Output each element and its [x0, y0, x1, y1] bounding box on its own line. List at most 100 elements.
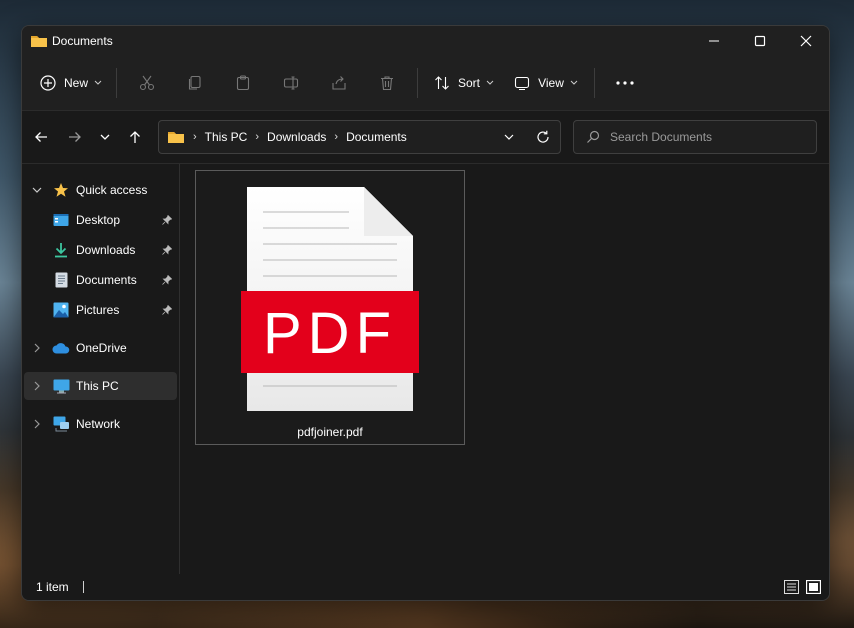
more-options-button[interactable]	[601, 65, 649, 101]
view-icon	[515, 76, 530, 91]
close-button[interactable]	[783, 26, 829, 56]
more-icon	[616, 81, 634, 85]
copy-button[interactable]	[171, 65, 219, 101]
breadcrumb-downloads[interactable]: Downloads	[267, 130, 326, 144]
forward-button[interactable]	[60, 122, 90, 152]
sidebar-item-downloads[interactable]: Downloads	[24, 236, 177, 264]
view-button[interactable]: View	[504, 65, 588, 101]
copy-icon	[188, 75, 201, 90]
chevron-down-icon	[570, 80, 578, 85]
sidebar-item-quick-access[interactable]: Quick access	[24, 176, 177, 204]
computer-icon	[50, 377, 72, 395]
toolbar-divider	[594, 68, 595, 98]
breadcrumb-separator: ›	[193, 131, 197, 143]
back-button[interactable]	[26, 122, 56, 152]
item-count: 1 item	[36, 580, 69, 594]
pin-icon	[157, 305, 177, 315]
expand-toggle[interactable]	[24, 343, 50, 353]
maximize-button[interactable]	[737, 26, 783, 56]
breadcrumb-documents[interactable]: Documents	[346, 130, 407, 144]
rename-button[interactable]	[267, 65, 315, 101]
search-box[interactable]	[573, 120, 817, 154]
new-label: New	[63, 76, 88, 90]
sort-icon	[435, 76, 449, 90]
file-item[interactable]: PDF pdfjoiner.pdf	[195, 170, 465, 445]
command-bar: New Sort View	[22, 56, 829, 110]
search-icon	[587, 130, 600, 143]
sort-button[interactable]: Sort	[424, 65, 504, 101]
close-icon	[800, 35, 812, 47]
pdf-icon-label: PDF	[263, 301, 397, 366]
minimize-button[interactable]	[691, 26, 737, 56]
chevron-down-icon	[100, 134, 110, 140]
network-icon	[50, 415, 72, 433]
sidebar-item-label: Network	[76, 417, 121, 431]
expand-toggle[interactable]	[24, 187, 50, 194]
chevron-down-icon	[504, 134, 514, 140]
large-icons-view-icon	[805, 580, 821, 594]
documents-icon	[50, 271, 72, 289]
sidebar-item-this-pc[interactable]: This PC	[24, 372, 177, 400]
delete-icon	[381, 76, 393, 91]
new-button[interactable]: New	[32, 65, 110, 101]
share-button[interactable]	[315, 65, 363, 101]
sidebar-item-onedrive[interactable]: OneDrive	[24, 334, 177, 362]
recent-locations-button[interactable]	[90, 122, 120, 152]
file-name: pdfjoiner.pdf	[297, 425, 363, 439]
toolbar-divider	[116, 68, 117, 98]
chevron-right-icon	[34, 381, 40, 391]
arrow-up-icon	[130, 131, 140, 143]
sidebar-item-desktop[interactable]: Desktop	[24, 206, 177, 234]
expand-toggle[interactable]	[24, 419, 50, 429]
address-bar[interactable]: › This PC › Downloads › Documents	[158, 120, 561, 154]
search-input[interactable]	[610, 130, 800, 144]
chevron-right-icon	[34, 419, 40, 429]
sidebar-item-label: This PC	[76, 379, 119, 393]
downloads-icon	[50, 241, 72, 259]
up-button[interactable]	[120, 122, 150, 152]
address-history-button[interactable]	[492, 121, 526, 153]
share-icon	[332, 76, 346, 90]
chevron-down-icon	[486, 80, 494, 85]
status-bar: 1 item	[22, 574, 829, 600]
cut-button[interactable]	[123, 65, 171, 101]
desktop-icon	[50, 211, 72, 229]
plus-circle-icon	[40, 75, 56, 91]
sidebar-item-label: Pictures	[76, 303, 120, 317]
arrow-right-icon	[69, 132, 81, 142]
sort-label: Sort	[457, 76, 480, 90]
breadcrumb-this-pc[interactable]: This PC	[205, 130, 248, 144]
details-view-icon	[783, 580, 799, 594]
cut-icon	[139, 75, 155, 91]
cloud-icon	[50, 339, 72, 357]
refresh-icon	[537, 130, 549, 143]
delete-button[interactable]	[363, 65, 411, 101]
details-view-button[interactable]	[783, 579, 799, 595]
sidebar-item-label: OneDrive	[76, 341, 127, 355]
file-list: PDF pdfjoiner.pdf	[180, 164, 829, 574]
chevron-down-icon	[94, 80, 102, 85]
toolbar-divider	[417, 68, 418, 98]
large-icons-view-button[interactable]	[805, 579, 821, 595]
sidebar-item-network[interactable]: Network	[24, 410, 177, 438]
chevron-down-icon	[32, 187, 42, 193]
pin-icon	[157, 275, 177, 285]
file-explorer-window: Documents New Sort View › This PC › Down…	[21, 25, 830, 601]
sidebar-item-label: Quick access	[76, 183, 148, 197]
status-divider	[82, 581, 84, 593]
folder-icon	[168, 132, 184, 143]
title-bar[interactable]: Documents	[22, 26, 829, 56]
sidebar-item-documents[interactable]: Documents	[24, 266, 177, 294]
paste-button[interactable]	[219, 65, 267, 101]
arrow-left-icon	[35, 132, 47, 142]
chevron-right-icon	[34, 343, 40, 353]
refresh-button[interactable]	[526, 121, 560, 153]
paste-icon	[236, 75, 250, 91]
window-title: Documents	[52, 34, 113, 48]
pictures-icon	[50, 301, 72, 319]
minimize-icon	[709, 40, 719, 42]
sidebar-item-pictures[interactable]: Pictures	[24, 296, 177, 324]
expand-toggle[interactable]	[24, 381, 50, 391]
pdf-file-icon: PDF	[241, 187, 419, 411]
rename-icon	[283, 76, 299, 90]
